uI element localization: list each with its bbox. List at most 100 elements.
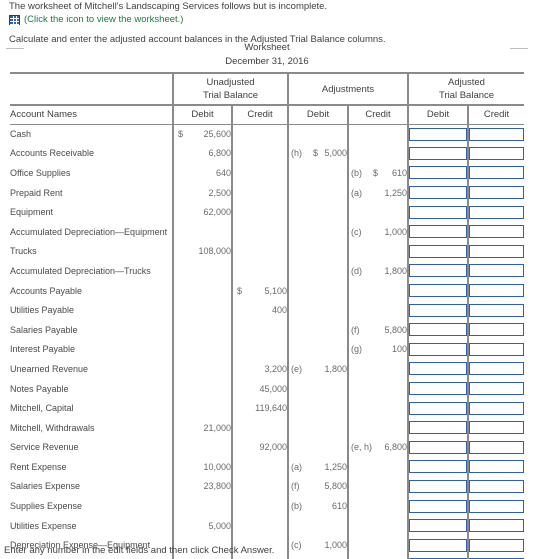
atb-debit-input-cell [407,535,468,556]
atb-credit-input[interactable] [469,284,524,298]
atb-credit-input[interactable] [469,225,524,239]
adj-debit-ref-tag: (h) [291,148,302,159]
atb-debit-input-cell [407,261,468,281]
adj-credit-ref-tag: (d) [351,265,362,276]
atb-debit-input[interactable] [409,538,467,552]
utb-credit [231,241,288,262]
atb-debit-input[interactable] [409,362,467,376]
table-row: Accumulated Depreciation—Equipment (c) 1,0… [10,221,524,242]
table-row: Rent Expense 10,000 (a) 1,250 [10,457,524,477]
utb-debit-value: 25,600 [203,129,231,140]
atb-credit-input[interactable] [469,401,524,415]
adj-credit-value: 1,000 [384,226,407,237]
atb-debit-input[interactable] [409,166,467,180]
atb-credit-input-cell [467,261,524,281]
atb-credit-input-cell [467,437,524,458]
utb-credit [231,143,288,164]
atb-credit-input-cell [467,300,524,320]
atb-debit-input[interactable] [409,264,467,278]
atb-credit-input[interactable] [469,460,524,474]
atb-credit-input[interactable] [469,166,524,180]
atb-debit-input[interactable] [409,186,467,200]
atb-debit-input[interactable] [409,303,467,317]
utb-debit-value: 5,000 [208,520,231,531]
adj-debit [287,241,348,262]
atb-credit-input[interactable] [469,519,524,533]
atb-debit-input[interactable] [409,342,467,356]
atb-credit-input[interactable] [469,421,524,435]
adj-debit-ref-tag: (a) [291,461,302,472]
account-name-cell: Accounts Receivable [10,148,95,159]
adj-debit [287,417,348,438]
utb-debit-value: 640 [215,167,231,178]
atb-credit-input[interactable] [469,479,524,493]
adj-debit [287,261,348,281]
utb-credit [231,417,288,438]
atb-debit-input[interactable] [409,127,467,141]
utb-debit: 2,500 [172,182,232,203]
utb-credit [231,261,288,281]
adj-debit: (e) 1,800 [287,359,348,379]
header-blank-cell [10,72,173,105]
atb-debit-input[interactable] [409,519,467,533]
atb-debit-input[interactable] [409,323,467,337]
atb-credit-input[interactable] [469,362,524,376]
header-group-unadjusted: Unadjusted Trial Balance [172,72,288,105]
atb-credit-input[interactable] [469,382,524,396]
atb-credit-input[interactable] [469,303,524,317]
grid-table-icon[interactable] [9,14,20,25]
atb-debit-input[interactable] [409,440,467,454]
atb-credit-input-cell [467,417,524,438]
atb-credit-input-cell [467,555,524,559]
atb-debit-input[interactable] [409,499,467,513]
problem-intro-text: The worksheet of Mitchell's Landscaping … [9,1,328,12]
adj-credit [347,280,408,301]
atb-credit-input[interactable] [469,244,524,258]
atb-credit-input[interactable] [469,538,524,552]
atb-credit-input[interactable] [469,146,524,160]
worksheet-title: Worksheet [244,43,290,53]
utb-debit [172,261,232,281]
view-worksheet-link[interactable]: (Click the icon to view the worksheet.) [9,14,183,25]
table-row: Accounts Payable $5,100 [10,280,524,301]
atb-credit-input[interactable] [469,127,524,141]
table-row: Salaries Payable (f) 5,800 [10,319,524,340]
atb-credit-input[interactable] [469,186,524,200]
adj-credit: (g) 100 [347,339,408,360]
adj-credit: (e, h) 6,800 [347,437,408,458]
atb-debit-input[interactable] [409,146,467,160]
atb-debit-input-cell [407,124,468,144]
atb-credit-input[interactable] [469,205,524,219]
header-group-adjusted: Adjusted Trial Balance [407,72,524,105]
utb-credit-value: 92,000 [259,442,287,453]
atb-debit-input[interactable] [409,225,467,239]
atb-debit-input[interactable] [409,382,467,396]
utb-credit [231,221,288,242]
atb-debit-input-cell [407,319,468,340]
atb-debit-input[interactable] [409,284,467,298]
account-name-cell: Notes Payable [10,383,69,394]
adj-debit [287,398,348,418]
atb-debit-input[interactable] [409,421,467,435]
atb-credit-input[interactable] [469,264,524,278]
atb-debit-input[interactable] [409,244,467,258]
atb-credit-input[interactable] [469,499,524,513]
worksheet-page: The worksheet of Mitchell's Landscaping … [0,0,534,559]
table-row: Interest Payable (g) 100 [10,339,524,360]
atb-debit-input[interactable] [409,205,467,219]
atb-credit-input[interactable] [469,323,524,337]
atb-debit-input-cell [407,143,468,164]
atb-credit-input-cell [467,124,524,144]
atb-credit-input[interactable] [469,342,524,356]
atb-debit-input[interactable] [409,401,467,415]
table-row: Cash $25,600 [10,124,524,144]
adj-credit [347,143,408,164]
utb-credit: 45,000 [231,378,288,399]
header-account-names: Account Names [10,104,173,125]
atb-debit-input[interactable] [409,460,467,474]
adj-credit-ref-tag: (g) [351,344,362,355]
header-group-row: Unadjusted Trial Balance Adjustments Adj… [10,72,524,105]
atb-debit-input[interactable] [409,479,467,493]
atb-credit-input-cell [467,143,524,164]
atb-credit-input[interactable] [469,440,524,454]
